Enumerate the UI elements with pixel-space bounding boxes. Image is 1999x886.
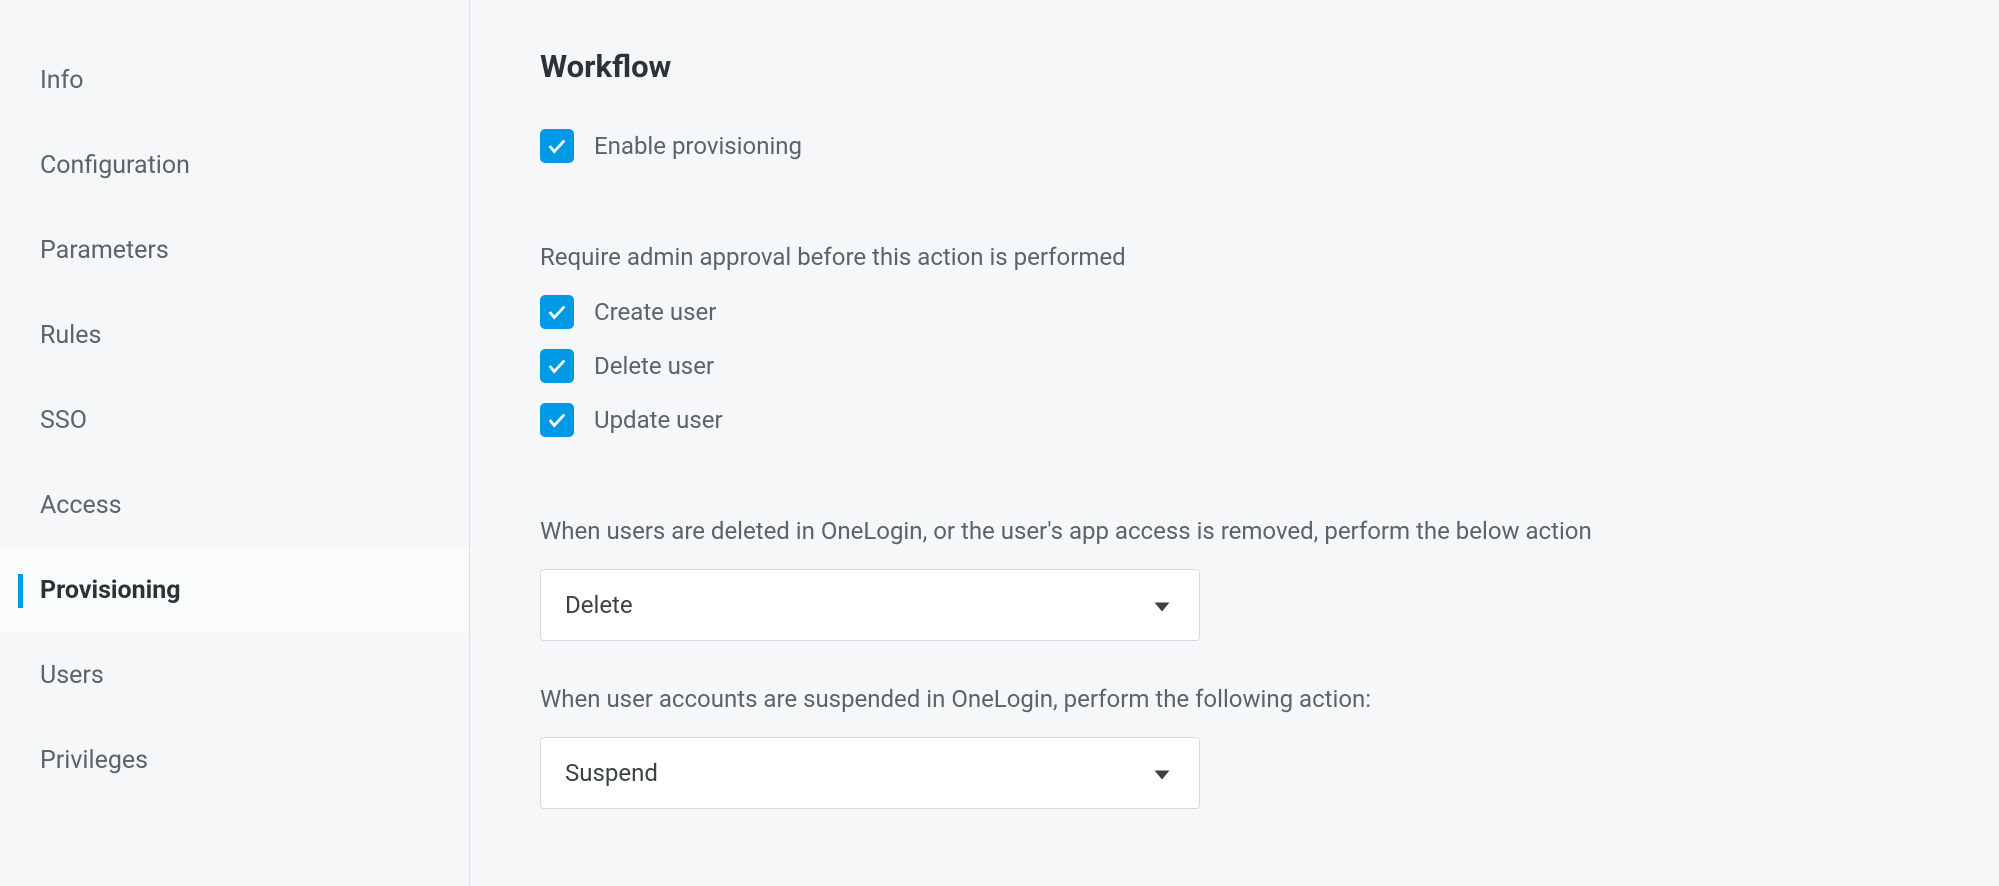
approval-delete-label: Delete user xyxy=(594,352,714,380)
suspend-action-value: Suspend xyxy=(565,759,658,787)
suspend-action-label: When user accounts are suspended in OneL… xyxy=(540,685,1929,713)
approval-create-row: Create user xyxy=(540,295,1929,329)
sidebar-item-info[interactable]: Info xyxy=(0,38,469,123)
sidebar-item-users[interactable]: Users xyxy=(0,633,469,718)
sidebar-item-label: Configuration xyxy=(40,151,190,180)
sidebar-item-label: Provisioning xyxy=(40,576,181,605)
check-icon xyxy=(546,301,568,323)
caret-down-icon xyxy=(1153,759,1171,787)
sidebar-item-sso[interactable]: SSO xyxy=(0,378,469,463)
section-title: Workflow xyxy=(540,48,1929,85)
approval-delete-checkbox[interactable] xyxy=(540,349,574,383)
approval-heading: Require admin approval before this actio… xyxy=(540,243,1929,271)
sidebar-item-label: Info xyxy=(40,66,84,95)
sidebar-item-configuration[interactable]: Configuration xyxy=(0,123,469,208)
sidebar: Info Configuration Parameters Rules SSO … xyxy=(0,0,470,886)
approval-update-row: Update user xyxy=(540,403,1929,437)
sidebar-item-label: Privileges xyxy=(40,746,148,775)
approval-update-label: Update user xyxy=(594,406,723,434)
check-icon xyxy=(546,355,568,377)
sidebar-item-label: Access xyxy=(40,491,122,520)
approval-create-label: Create user xyxy=(594,298,716,326)
sidebar-item-label: Parameters xyxy=(40,236,169,265)
delete-action-select[interactable]: Delete xyxy=(540,569,1200,641)
sidebar-item-access[interactable]: Access xyxy=(0,463,469,548)
sidebar-item-parameters[interactable]: Parameters xyxy=(0,208,469,293)
delete-action-value: Delete xyxy=(565,591,633,619)
enable-provisioning-row: Enable provisioning xyxy=(540,129,1929,163)
sidebar-item-label: SSO xyxy=(40,406,87,435)
suspend-action-select[interactable]: Suspend xyxy=(540,737,1200,809)
enable-provisioning-label: Enable provisioning xyxy=(594,132,802,160)
sidebar-item-provisioning[interactable]: Provisioning xyxy=(0,548,469,633)
sidebar-item-label: Rules xyxy=(40,321,101,350)
enable-provisioning-checkbox[interactable] xyxy=(540,129,574,163)
sidebar-item-rules[interactable]: Rules xyxy=(0,293,469,378)
approval-delete-row: Delete user xyxy=(540,349,1929,383)
caret-down-icon xyxy=(1153,591,1171,619)
approval-create-checkbox[interactable] xyxy=(540,295,574,329)
sidebar-item-privileges[interactable]: Privileges xyxy=(0,718,469,803)
main-panel: Workflow Enable provisioning Require adm… xyxy=(470,0,1999,886)
check-icon xyxy=(546,135,568,157)
approval-update-checkbox[interactable] xyxy=(540,403,574,437)
check-icon xyxy=(546,409,568,431)
sidebar-item-label: Users xyxy=(40,661,104,690)
delete-action-label: When users are deleted in OneLogin, or t… xyxy=(540,517,1929,545)
